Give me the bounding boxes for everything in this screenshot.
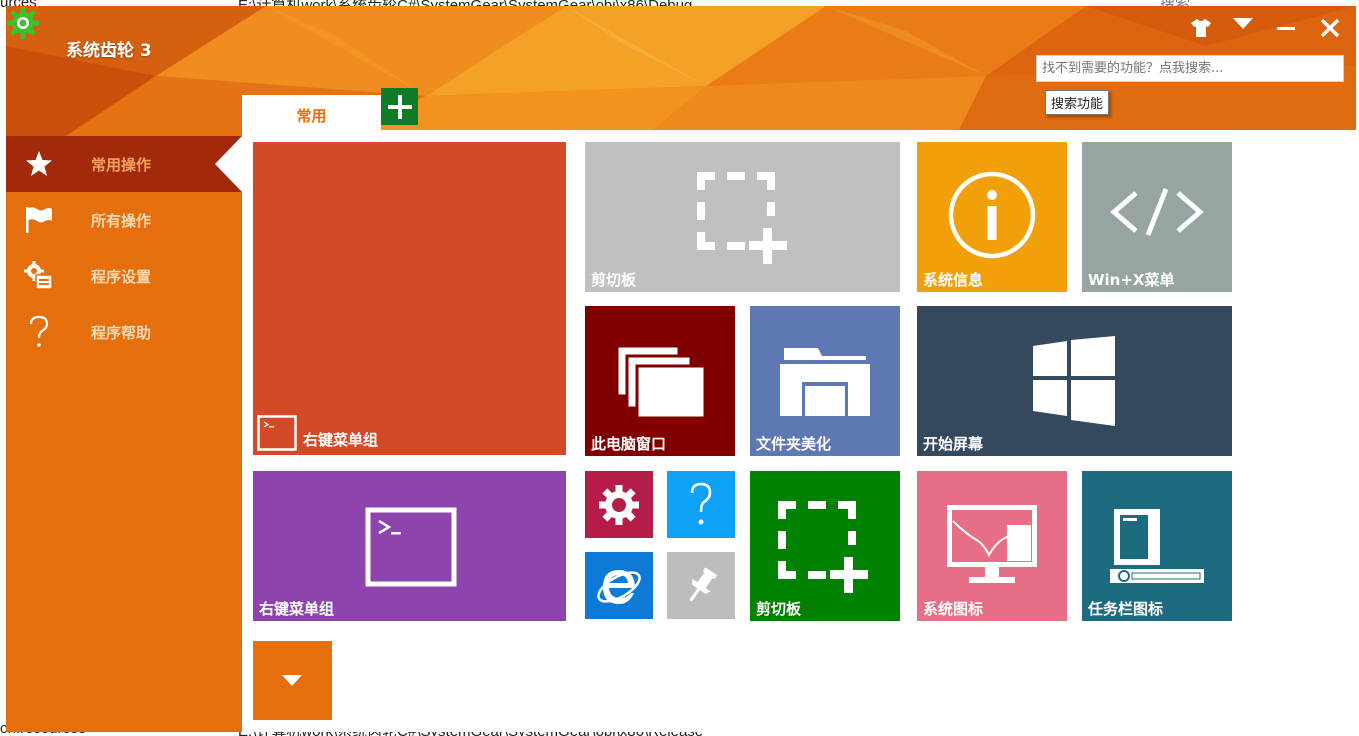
pin-icon: [689, 567, 717, 602]
tab-common[interactable]: 常用: [242, 95, 381, 136]
sidebar-item-common-actions[interactable]: 常用操作: [6, 136, 242, 192]
folder-icon: [780, 348, 870, 416]
close-button[interactable]: [1320, 18, 1348, 44]
more-tiles-button[interactable]: [253, 641, 332, 720]
tile-label: 右键菜单组: [303, 431, 379, 449]
info-icon: [948, 171, 1036, 259]
tab-label: 常用: [296, 107, 327, 125]
tile-folder-beautify[interactable]: 文件夹美化: [750, 306, 900, 456]
tile-label: 系统图标: [923, 600, 984, 618]
search-tooltip: 搜索功能: [1045, 90, 1110, 115]
tile-context-menu-group[interactable]: 右键菜单组: [253, 471, 566, 621]
tile-label: Win+X菜单: [1088, 271, 1175, 289]
question-icon: [690, 482, 712, 525]
tile-system-info[interactable]: 系统信息: [917, 142, 1067, 292]
tile-clipboard-green[interactable]: 剪切板: [750, 471, 900, 621]
ie-icon: [597, 570, 641, 604]
taskbar-icon: [1110, 509, 1204, 583]
sidebar-item-label: 程序帮助: [91, 323, 152, 342]
tshirt-icon: [1191, 19, 1211, 37]
tile-system-icons[interactable]: 系统图标: [917, 471, 1067, 621]
search-input[interactable]: [1036, 55, 1344, 82]
tile-label: 系统信息: [923, 271, 984, 289]
close-icon: [1320, 18, 1340, 38]
tile-label: 此电脑窗口: [591, 435, 667, 453]
app-title: 系统齿轮 3: [66, 41, 152, 61]
tile-context-menu-group-large[interactable]: 右键菜单组: [253, 142, 566, 455]
star-icon: [22, 147, 56, 181]
dropdown-triangle-icon: [1233, 18, 1253, 29]
tile-label: 剪切板: [756, 600, 802, 618]
clipboard-select-icon: [697, 172, 787, 264]
sidebar: 常用操作 所有操作 程序设置 程序帮助: [6, 136, 242, 732]
tile-pin-small[interactable]: [667, 552, 735, 619]
monitor-chart-icon: [947, 505, 1037, 583]
sidebar-item-program-settings[interactable]: 程序设置: [6, 248, 242, 304]
active-indicator: [215, 136, 242, 192]
tile-settings-small[interactable]: [585, 471, 653, 538]
terminal-icon: [257, 415, 297, 451]
tile-help-small[interactable]: [667, 471, 735, 538]
skin-button[interactable]: [1190, 18, 1218, 44]
tile-ie-small[interactable]: [585, 552, 653, 619]
tile-this-pc-window[interactable]: 此电脑窗口: [585, 306, 735, 456]
terminal-icon: [365, 507, 457, 587]
clipboard-select-icon: [778, 501, 868, 593]
tile-label: 剪切板: [591, 271, 637, 289]
sidebar-item-program-help[interactable]: 程序帮助: [6, 304, 242, 360]
tile-label: 任务栏图标: [1088, 600, 1164, 618]
app-window: 系统齿轮 3 搜索功能 常用操作 所有操作: [6, 6, 1356, 732]
gear-icon: [599, 485, 639, 525]
tile-clipboard[interactable]: 剪切板: [585, 142, 900, 292]
sidebar-item-label: 所有操作: [91, 211, 152, 230]
header-banner: 系统齿轮 3: [6, 6, 1356, 136]
tile-start-screen[interactable]: 开始屏幕: [917, 306, 1232, 456]
sidebar-item-label: 常用操作: [91, 155, 152, 174]
question-icon: [22, 315, 56, 349]
tile-label: 文件夹美化: [756, 435, 832, 453]
plus-icon: [387, 94, 412, 119]
add-tab-button[interactable]: [381, 88, 418, 125]
minimize-icon: [1277, 27, 1295, 30]
chevron-down-icon: [282, 675, 302, 686]
sidebar-item-label: 程序设置: [91, 267, 152, 286]
windows-stack-icon: [615, 344, 707, 420]
code-icon: [1110, 188, 1204, 236]
menu-button[interactable]: [1233, 18, 1261, 44]
tile-taskbar-icons[interactable]: 任务栏图标: [1082, 471, 1232, 621]
tile-label: 右键菜单组: [259, 600, 335, 618]
settings-icon: [22, 259, 56, 293]
sidebar-item-all-actions[interactable]: 所有操作: [6, 192, 242, 248]
gear-icon: [7, 7, 39, 39]
tile-label: 开始屏幕: [923, 435, 984, 453]
minimize-button[interactable]: [1277, 18, 1305, 44]
flag-icon: [22, 203, 56, 237]
tile-winx-menu[interactable]: Win+X菜单: [1082, 142, 1232, 292]
windows-logo-icon: [1033, 336, 1115, 426]
